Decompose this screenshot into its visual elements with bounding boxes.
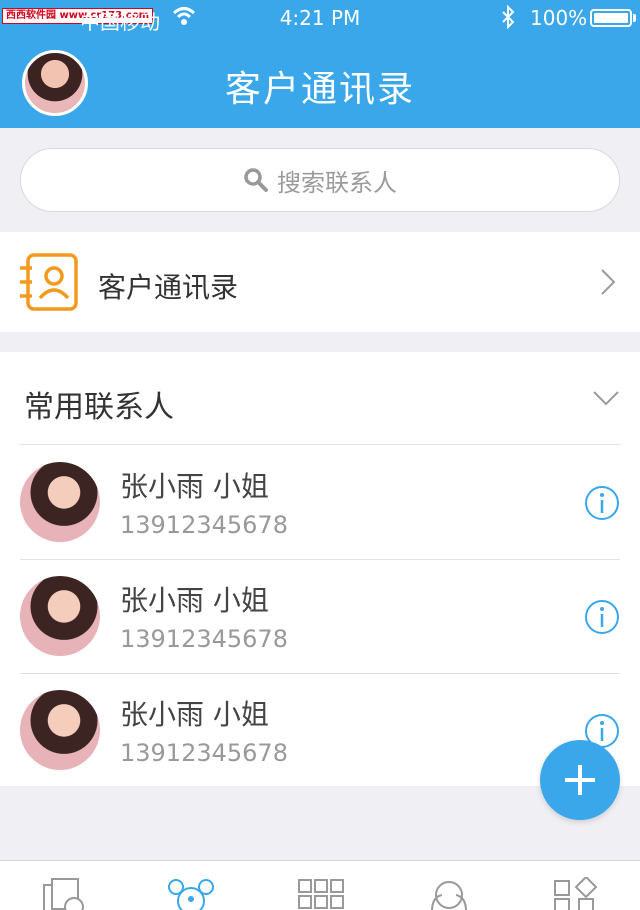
battery-icon: [590, 9, 632, 27]
info-icon[interactable]: [584, 599, 620, 635]
contact-name: 张小雨 小姐: [120, 584, 269, 617]
contact-name: 张小雨 小姐: [120, 698, 269, 731]
bottom-tab-bar: [0, 860, 640, 910]
contact-phone: 13912345678: [120, 625, 288, 653]
chevron-right-icon: [601, 269, 616, 295]
contact-phone: 13912345678: [120, 511, 288, 539]
group-icon[interactable]: [424, 877, 474, 910]
contact-name: 张小雨 小姐: [120, 470, 269, 503]
page-title: 客户通讯录: [224, 69, 415, 110]
search-section: 搜索联系人: [0, 128, 640, 232]
grid-icon[interactable]: [296, 877, 346, 910]
search-input[interactable]: 搜索联系人: [20, 148, 620, 212]
contact-avatar: [20, 576, 100, 656]
frequent-contacts-header[interactable]: 常用联系人: [0, 352, 640, 444]
contacts-icon[interactable]: [166, 877, 216, 910]
apps-icon[interactable]: [552, 877, 602, 910]
cards-icon[interactable]: [40, 877, 90, 910]
frequent-contacts-title: 常用联系人: [24, 390, 174, 425]
directory-label: 客户通讯录: [98, 271, 239, 304]
plus-icon: [565, 765, 595, 795]
frequent-contacts-section: 常用联系人 张小雨 小姐 13912345678 张小雨 小姐 13912345…: [0, 352, 640, 786]
contact-avatar: [20, 690, 100, 770]
contact-phone: 13912345678: [120, 739, 288, 767]
battery-tip: [633, 14, 636, 22]
info-icon[interactable]: [584, 485, 620, 521]
contact-avatar: [20, 462, 100, 542]
search-placeholder: 搜索联系人: [277, 168, 397, 197]
top-header: 西西软件园 www.cr173.com 中国移动 4:21 PM 100% 客户…: [0, 0, 640, 128]
bluetooth-icon: [500, 4, 516, 34]
search-icon: [244, 168, 268, 192]
battery-percent: 100%: [530, 6, 588, 30]
contact-row[interactable]: 张小雨 小姐 13912345678: [0, 559, 640, 673]
chevron-down-icon: [593, 391, 619, 406]
customer-directory-row[interactable]: 客户通讯录: [0, 232, 640, 332]
add-contact-button[interactable]: [540, 740, 620, 820]
contact-row[interactable]: 张小雨 小姐 13912345678: [0, 445, 640, 559]
address-book-icon: [20, 253, 78, 311]
status-bar: 西西软件园 www.cr173.com 中国移动 4:21 PM 100%: [0, 0, 640, 36]
